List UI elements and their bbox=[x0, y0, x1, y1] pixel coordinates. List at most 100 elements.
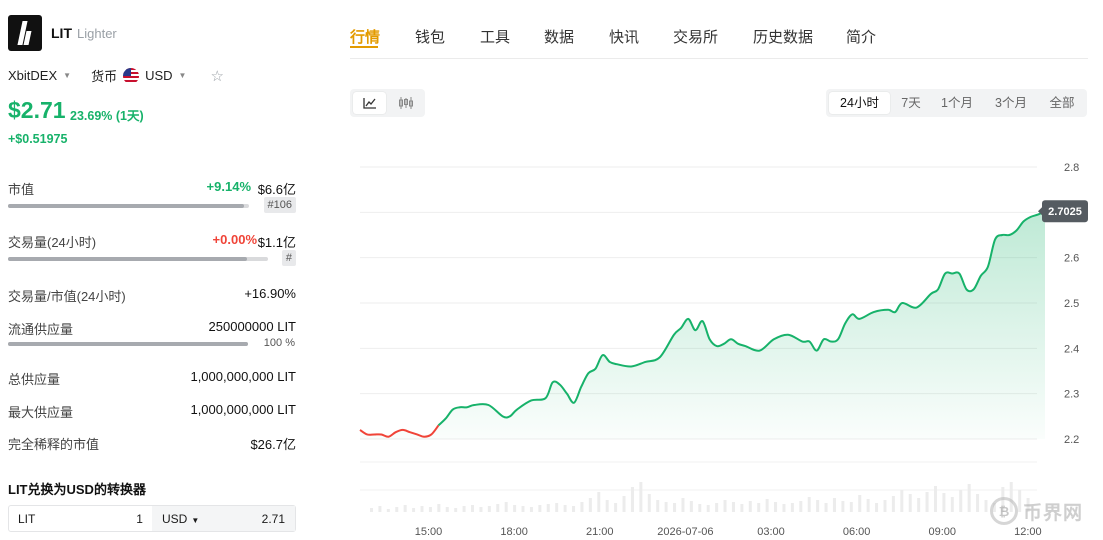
volume-bar bbox=[529, 507, 533, 512]
range-1m[interactable]: 1个月 bbox=[934, 92, 980, 114]
stat-value: $26.7亿 bbox=[250, 437, 296, 452]
stat-value: $1.1亿 bbox=[257, 235, 296, 250]
stat-fdv: 完全稀释的市值 $26.7亿 bbox=[8, 434, 296, 454]
volume-bar bbox=[782, 504, 786, 512]
volume-bar bbox=[681, 498, 685, 512]
volume-bar bbox=[824, 503, 828, 512]
stat-max-supply: 最大供应量 1,000,000,000 LIT bbox=[8, 402, 296, 422]
volume-bar bbox=[597, 492, 601, 512]
stat-value: +16.90% bbox=[244, 286, 296, 301]
tab-market[interactable]: 行情 bbox=[350, 26, 380, 48]
volume-bar bbox=[538, 505, 542, 512]
volume-bar bbox=[900, 490, 904, 512]
range-all[interactable]: 全部 bbox=[1040, 92, 1084, 114]
volume-bar bbox=[698, 504, 702, 512]
volume-bar bbox=[984, 500, 988, 512]
token-header: LIT Lighter bbox=[8, 15, 117, 51]
rank-badge: #106 bbox=[263, 197, 296, 213]
x-tick-label: 2026-07-06 bbox=[657, 526, 713, 538]
volume-bar bbox=[8, 257, 268, 261]
section-tabs: 行情 钱包 工具 数据 快讯 交易所 历史数据 简介 bbox=[350, 0, 1088, 59]
tab-intro[interactable]: 简介 bbox=[846, 26, 876, 47]
volume-bar bbox=[588, 498, 592, 512]
price-change-pct: 23.69% (1天) bbox=[70, 109, 144, 123]
exchange-dropdown[interactable]: XbitDEX ▼ bbox=[8, 68, 71, 83]
volume-bar bbox=[849, 502, 853, 512]
volume-bar bbox=[908, 494, 912, 512]
volume-bar bbox=[437, 504, 441, 512]
x-tick-label: 21:00 bbox=[586, 526, 614, 538]
to-currency-select[interactable]: USD ▼ bbox=[162, 512, 199, 526]
volume-bar bbox=[933, 486, 937, 512]
volume-bar bbox=[496, 504, 500, 512]
volume-bar bbox=[420, 506, 424, 512]
y-tick-label: 2.2 bbox=[1064, 434, 1079, 446]
volume-bar bbox=[799, 501, 803, 512]
line-chart-button[interactable] bbox=[353, 92, 386, 114]
volume-bar bbox=[513, 505, 517, 512]
caret-down-icon: ▼ bbox=[63, 71, 72, 80]
us-flag-icon bbox=[123, 67, 140, 84]
volume-bar bbox=[689, 501, 693, 512]
volume-bar bbox=[942, 493, 946, 512]
tab-news[interactable]: 快讯 bbox=[609, 26, 639, 47]
token-symbol: LIT bbox=[51, 25, 72, 41]
volume-bar bbox=[790, 503, 794, 512]
token-info-panel: LIT Lighter XbitDEX ▼ 货币 USD ▼ ☆ $2.71 2… bbox=[0, 0, 305, 540]
candlestick-button[interactable] bbox=[389, 92, 422, 114]
from-amount[interactable]: 1 bbox=[136, 512, 143, 526]
star-icon[interactable]: ☆ bbox=[210, 67, 223, 85]
volume-bar bbox=[445, 507, 449, 512]
price-chart[interactable]: 2.22.32.42.52.62.72.82.702515:0018:0021:… bbox=[355, 150, 1090, 540]
rank-badge: # bbox=[281, 250, 296, 266]
tab-tools[interactable]: 工具 bbox=[480, 26, 510, 47]
tab-wallet[interactable]: 钱包 bbox=[415, 26, 445, 47]
y-tick-label: 2.4 bbox=[1064, 343, 1079, 355]
y-tick-label: 2.3 bbox=[1064, 389, 1079, 401]
tab-exchanges[interactable]: 交易所 bbox=[673, 26, 718, 47]
volume-bar bbox=[395, 507, 399, 512]
candlestick-icon bbox=[398, 97, 413, 109]
converter-from-field[interactable]: LIT 1 bbox=[9, 506, 152, 531]
stat-volume: 交易量(24小时) +0.00% $1.1亿 bbox=[8, 232, 296, 252]
caret-down-icon: ▼ bbox=[178, 71, 187, 80]
volume-bar bbox=[622, 496, 626, 512]
volume-bar bbox=[555, 503, 559, 512]
stat-total-supply: 总供应量 1,000,000,000 LIT bbox=[8, 369, 296, 389]
volume-bar bbox=[454, 508, 458, 512]
tab-history[interactable]: 历史数据 bbox=[753, 26, 813, 47]
volume-bar bbox=[403, 505, 407, 512]
market-cap-bar bbox=[8, 204, 249, 208]
y-tick-label: 2.6 bbox=[1064, 253, 1079, 265]
volume-bar bbox=[630, 487, 634, 512]
from-currency: LIT bbox=[18, 511, 36, 526]
range-3m[interactable]: 3个月 bbox=[986, 92, 1036, 114]
volume-bar bbox=[740, 504, 744, 512]
volume-bar bbox=[580, 502, 584, 512]
volume-bar bbox=[605, 500, 609, 512]
exchange-label: XbitDEX bbox=[8, 68, 58, 83]
tab-data[interactable]: 数据 bbox=[544, 26, 574, 47]
currency-label: USD bbox=[145, 68, 173, 83]
range-7d[interactable]: 7天 bbox=[892, 92, 930, 114]
stat-circulating: 流通供应量 250000000 LIT bbox=[8, 319, 296, 339]
volume-bar bbox=[875, 503, 879, 512]
volume-bar bbox=[841, 501, 845, 512]
currency-dropdown[interactable]: 货币 USD ▼ bbox=[91, 66, 186, 85]
volume-bar bbox=[748, 501, 752, 512]
volume-bar bbox=[715, 503, 719, 512]
volume-bar bbox=[757, 503, 761, 512]
volume-bar bbox=[370, 508, 373, 512]
x-tick-label: 15:00 bbox=[415, 526, 443, 538]
converter-to-field[interactable]: USD ▼ 2.71 bbox=[151, 506, 295, 531]
active-tab-underline bbox=[350, 46, 378, 48]
y-tick-label: 2.8 bbox=[1064, 162, 1079, 174]
currency-prefix: 货币 bbox=[91, 69, 118, 84]
range-24h[interactable]: 24小时 bbox=[829, 92, 890, 114]
converter-title: LIT兑换为USD的转换器 bbox=[8, 482, 146, 497]
stat-label: 流通供应量 bbox=[8, 322, 74, 337]
volume-bar bbox=[546, 504, 550, 512]
converter: LIT 1 USD ▼ 2.71 bbox=[8, 505, 296, 532]
volume-bar bbox=[858, 495, 862, 512]
watermark: ₿ 币界网 bbox=[990, 497, 1083, 525]
